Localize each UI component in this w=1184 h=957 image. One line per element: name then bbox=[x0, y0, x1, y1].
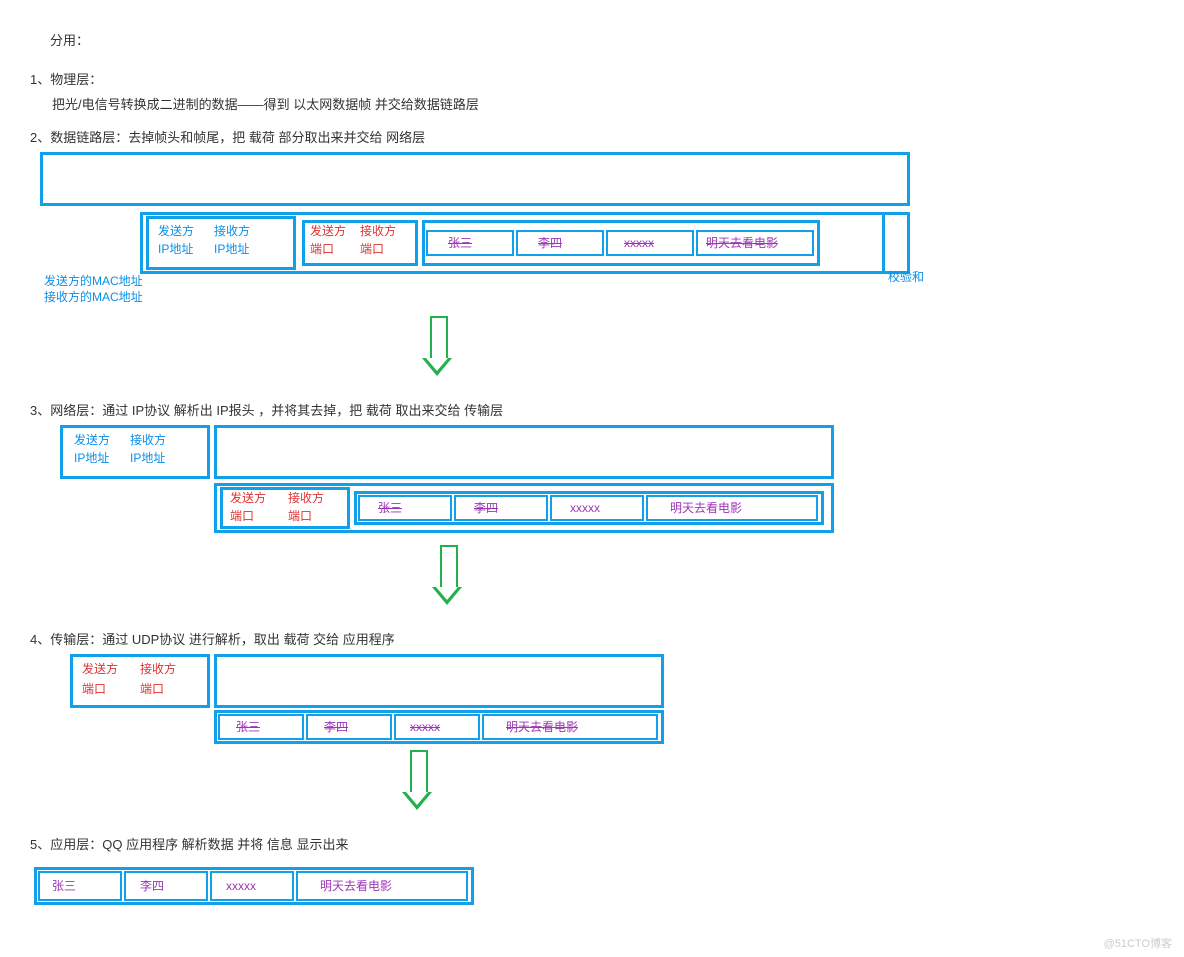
arrow-down-icon bbox=[430, 316, 452, 376]
ip-send1-b: 发送方 bbox=[74, 433, 110, 449]
cell-3b: xxxxx bbox=[570, 501, 600, 517]
diagram-application: 张三 李四 xxxxx 明天去看电影 bbox=[30, 867, 1160, 917]
mac-receiver-label: 接收方的MAC地址 bbox=[44, 290, 143, 306]
cell-3c: xxxxx bbox=[410, 720, 440, 736]
app-cell-3: xxxxx bbox=[226, 879, 256, 895]
ip-recv1: 接收方 bbox=[214, 224, 250, 240]
ip-send2-b: IP地址 bbox=[74, 451, 109, 467]
watermark-label: @51CTO博客 bbox=[1104, 935, 1172, 951]
udp-send2: 端口 bbox=[310, 242, 334, 258]
section5-title: 5、应用层：QQ 应用程序 解析数据 并将 信息 显示出来 bbox=[30, 834, 1160, 853]
app-cell-2: 李四 bbox=[140, 879, 164, 895]
main-heading: 分用： bbox=[30, 30, 1160, 49]
udp-send2-c: 端口 bbox=[82, 682, 106, 698]
diagram-datalink: 发送方的MAC地址 接收方的MAC地址 校验和 发送方 接收方 IP地址 IP地… bbox=[30, 152, 1160, 312]
ip-send2: IP地址 bbox=[158, 242, 193, 258]
arrow-down-icon bbox=[440, 545, 462, 605]
section2-title: 2、数据链路层：去掉帧头和帧尾，把 载荷 部分取出来并交给 网络层 bbox=[30, 127, 1160, 146]
mac-check-label: 校验和 bbox=[888, 270, 924, 286]
cell-3: xxxxx bbox=[624, 236, 654, 252]
udp-recv1-c: 接收方 bbox=[140, 662, 176, 678]
ip-recv2-b: IP地址 bbox=[130, 451, 165, 467]
cell-2c: 李四 bbox=[324, 720, 348, 736]
app-cell-4: 明天去看电影 bbox=[320, 879, 392, 895]
arrow-down-icon bbox=[410, 750, 432, 810]
udp-recv1: 接收方 bbox=[360, 224, 396, 240]
diagram-network: 发送方 接收方 IP地址 IP地址 发送方 接收方 端口 端口 张三 李四 xx… bbox=[30, 425, 1160, 545]
mac-sender-label: 发送方的MAC地址 bbox=[44, 274, 143, 290]
cell-4b: 明天去看电影 bbox=[670, 501, 742, 517]
cell-4: 明天去看电影 bbox=[706, 236, 778, 252]
cell-4c: 明天去看电影 bbox=[506, 720, 578, 736]
cell-2b: 李四 bbox=[474, 501, 498, 517]
udp-recv2-c: 端口 bbox=[140, 682, 164, 698]
cell-1c: 张三 bbox=[236, 720, 260, 736]
app-cell-1: 张三 bbox=[52, 879, 76, 895]
ip-recv2: IP地址 bbox=[214, 242, 249, 258]
udp-recv1-b: 接收方 bbox=[288, 491, 324, 507]
udp-send1-c: 发送方 bbox=[82, 662, 118, 678]
diagram-transport: 发送方 接收方 端口 端口 张三 李四 xxxxx 明天去看电影 bbox=[30, 654, 1160, 750]
section3-title: 3、网络层：通过 IP协议 解析出 IP报头 ，并将其去掉，把 载荷 取出来交给… bbox=[30, 400, 1160, 419]
cell-1: 张三 bbox=[448, 236, 472, 252]
udp-recv2: 端口 bbox=[360, 242, 384, 258]
udp-send1-b: 发送方 bbox=[230, 491, 266, 507]
section4-title: 4、传输层：通过 UDP协议 进行解析，取出 载荷 交给 应用程序 bbox=[30, 629, 1160, 648]
udp-send2-b: 端口 bbox=[230, 509, 254, 525]
ip-send1: 发送方 bbox=[158, 224, 194, 240]
udp-recv2-b: 端口 bbox=[288, 509, 312, 525]
udp-send1: 发送方 bbox=[310, 224, 346, 240]
section1-title: 1、物理层： bbox=[30, 69, 1160, 88]
section1-desc: 把光/电信号转换成二进制的数据——得到 以太网数据帧 并交给数据链路层 bbox=[52, 94, 1160, 113]
cell-1b: 张三 bbox=[378, 501, 402, 517]
ip-recv1-b: 接收方 bbox=[130, 433, 166, 449]
cell-2: 李四 bbox=[538, 236, 562, 252]
